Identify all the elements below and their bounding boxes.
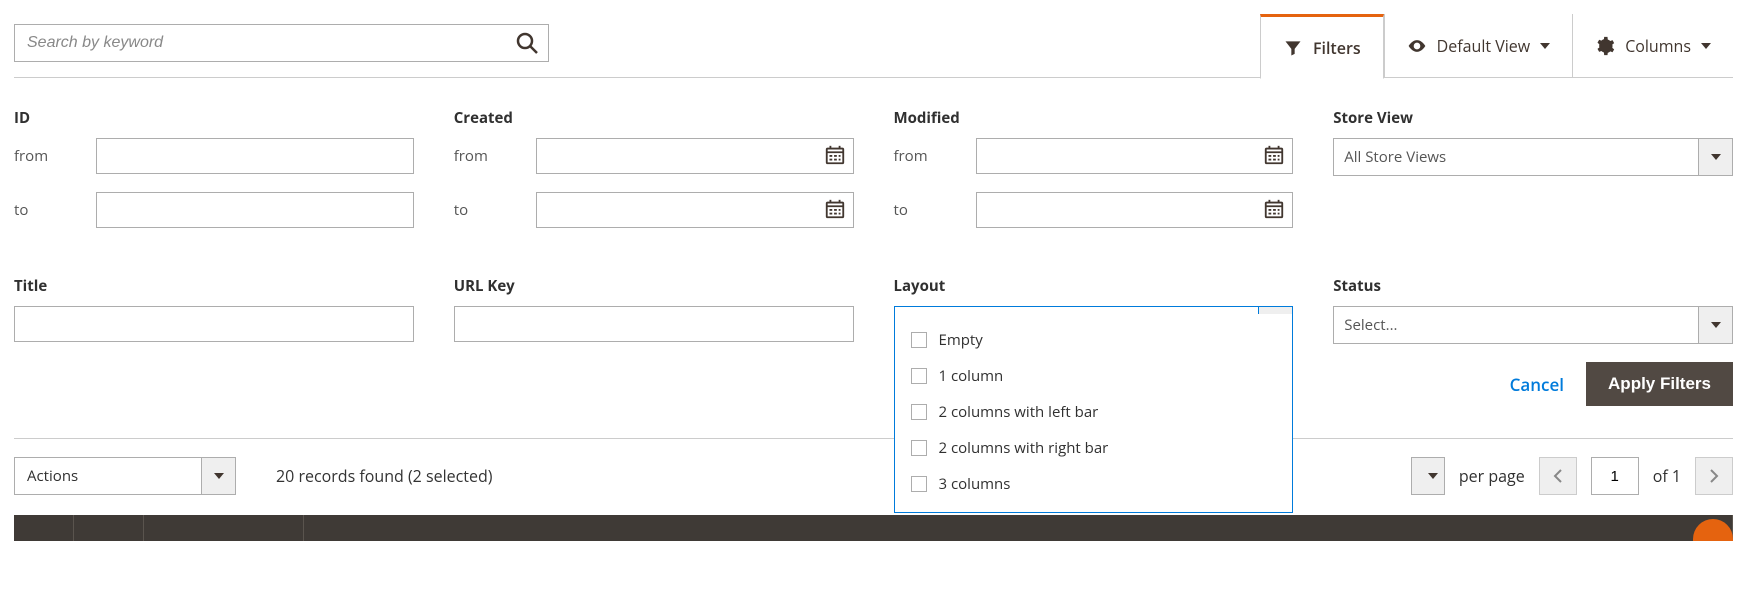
chevron-down-icon — [1701, 43, 1711, 49]
layout-option-3col[interactable]: 3 columns — [895, 466, 1293, 502]
layout-option-label: 2 columns with left bar — [939, 402, 1099, 422]
actions-select[interactable]: Actions — [14, 457, 236, 495]
divider — [14, 438, 1733, 439]
toolbar-right: Filters Default View Columns — [1260, 14, 1733, 78]
layout-option-empty[interactable]: Empty — [895, 322, 1293, 358]
filter-modified-label: Modified — [894, 108, 1294, 128]
filter-url-key-label: URL Key — [454, 276, 854, 296]
from-label: from — [894, 146, 976, 166]
eye-icon — [1407, 36, 1427, 56]
chevron-left-icon — [1553, 469, 1563, 483]
filter-title: Title — [14, 276, 414, 344]
next-page-button[interactable] — [1695, 457, 1733, 495]
layout-option-2col-right[interactable]: 2 columns with right bar — [895, 430, 1293, 466]
filter-title-label: Title — [14, 276, 414, 296]
filter-id: ID from to — [14, 108, 414, 246]
checkbox-icon — [911, 440, 927, 456]
filter-id-label: ID — [14, 108, 414, 128]
chevron-down-icon — [1428, 473, 1438, 479]
status-placeholder: Select... — [1334, 315, 1698, 335]
from-label: from — [14, 146, 96, 166]
per-page-label: per page — [1459, 465, 1525, 487]
default-view-label: Default View — [1437, 35, 1531, 57]
filter-created: Created from to — [454, 108, 854, 246]
filter-modified: Modified from to — [894, 108, 1294, 246]
chevron-right-icon — [1709, 469, 1719, 483]
actions-label: Actions — [15, 466, 201, 486]
filters-button[interactable]: Filters — [1260, 14, 1384, 79]
cancel-button[interactable]: Cancel — [1510, 373, 1564, 396]
columns-label: Columns — [1625, 35, 1691, 57]
id-to-input[interactable] — [96, 192, 414, 228]
filters-label: Filters — [1313, 37, 1361, 59]
modified-to-input[interactable] — [976, 192, 1294, 228]
to-label: to — [454, 200, 536, 220]
filter-layout-label: Layout — [894, 276, 1294, 296]
id-from-input[interactable] — [96, 138, 414, 174]
calendar-icon[interactable] — [1263, 144, 1285, 166]
chevron-down-icon — [1540, 43, 1550, 49]
page-of-label: of 1 — [1653, 465, 1681, 487]
checkbox-icon — [911, 368, 927, 384]
search-icon[interactable] — [515, 31, 539, 55]
filter-icon — [1283, 38, 1303, 58]
apply-filters-button[interactable]: Apply Filters — [1586, 362, 1733, 406]
store-view-select[interactable]: All Store Views — [1333, 138, 1733, 176]
default-view-button[interactable]: Default View — [1384, 14, 1573, 78]
calendar-icon[interactable] — [824, 198, 846, 220]
search-wrap — [14, 24, 549, 62]
chevron-down-icon — [1698, 307, 1732, 343]
layout-option-2col-left[interactable]: 2 columns with left bar — [895, 394, 1293, 430]
calendar-icon[interactable] — [1263, 198, 1285, 220]
filter-store-view-label: Store View — [1333, 108, 1733, 128]
from-label: from — [454, 146, 536, 166]
filter-layout: Layout Select... Empty 1 column 2 column… — [894, 276, 1294, 344]
layout-option-label: 1 column — [939, 366, 1004, 386]
modified-from-input[interactable] — [976, 138, 1294, 174]
created-from-input[interactable] — [536, 138, 854, 174]
records-found: 20 records found (2 selected) — [276, 465, 492, 487]
to-label: to — [14, 200, 96, 220]
page-input[interactable] — [1591, 457, 1639, 495]
filter-store-view: Store View All Store Views — [1333, 108, 1733, 246]
per-page-select[interactable] — [1411, 457, 1445, 495]
prev-page-button[interactable] — [1539, 457, 1577, 495]
title-input[interactable] — [14, 306, 414, 342]
filter-status: Status Select... — [1333, 276, 1733, 344]
created-to-input[interactable] — [536, 192, 854, 228]
grid-controls: Actions 20 records found (2 selected) pe… — [14, 457, 1733, 495]
layout-option-label: 3 columns — [939, 474, 1011, 494]
calendar-icon[interactable] — [824, 144, 846, 166]
checkbox-icon — [911, 476, 927, 492]
columns-button[interactable]: Columns — [1572, 14, 1733, 78]
filter-panel: ID from to Created from — [14, 78, 1733, 416]
status-select[interactable]: Select... — [1333, 306, 1733, 344]
layout-option-label: Empty — [939, 330, 983, 350]
filter-url-key: URL Key — [454, 276, 854, 344]
search-input[interactable] — [14, 24, 549, 62]
checkbox-icon — [911, 332, 927, 348]
to-label: to — [894, 200, 976, 220]
layout-dropdown: Empty 1 column 2 columns with left bar 2… — [894, 314, 1294, 513]
grid-header-strip — [14, 515, 1733, 541]
store-view-value: All Store Views — [1334, 147, 1698, 167]
layout-option-1col[interactable]: 1 column — [895, 358, 1293, 394]
pager: per page of 1 — [1411, 457, 1733, 495]
toolbar: Filters Default View Columns — [14, 14, 1733, 78]
filter-actions: Cancel Apply Filters — [14, 362, 1733, 406]
chevron-down-icon — [1698, 139, 1732, 175]
gear-icon — [1595, 36, 1615, 56]
checkbox-icon — [911, 404, 927, 420]
filter-status-label: Status — [1333, 276, 1733, 296]
chevron-down-icon — [201, 458, 235, 494]
layout-option-label: 2 columns with right bar — [939, 438, 1109, 458]
filter-created-label: Created — [454, 108, 854, 128]
url-key-input[interactable] — [454, 306, 854, 342]
